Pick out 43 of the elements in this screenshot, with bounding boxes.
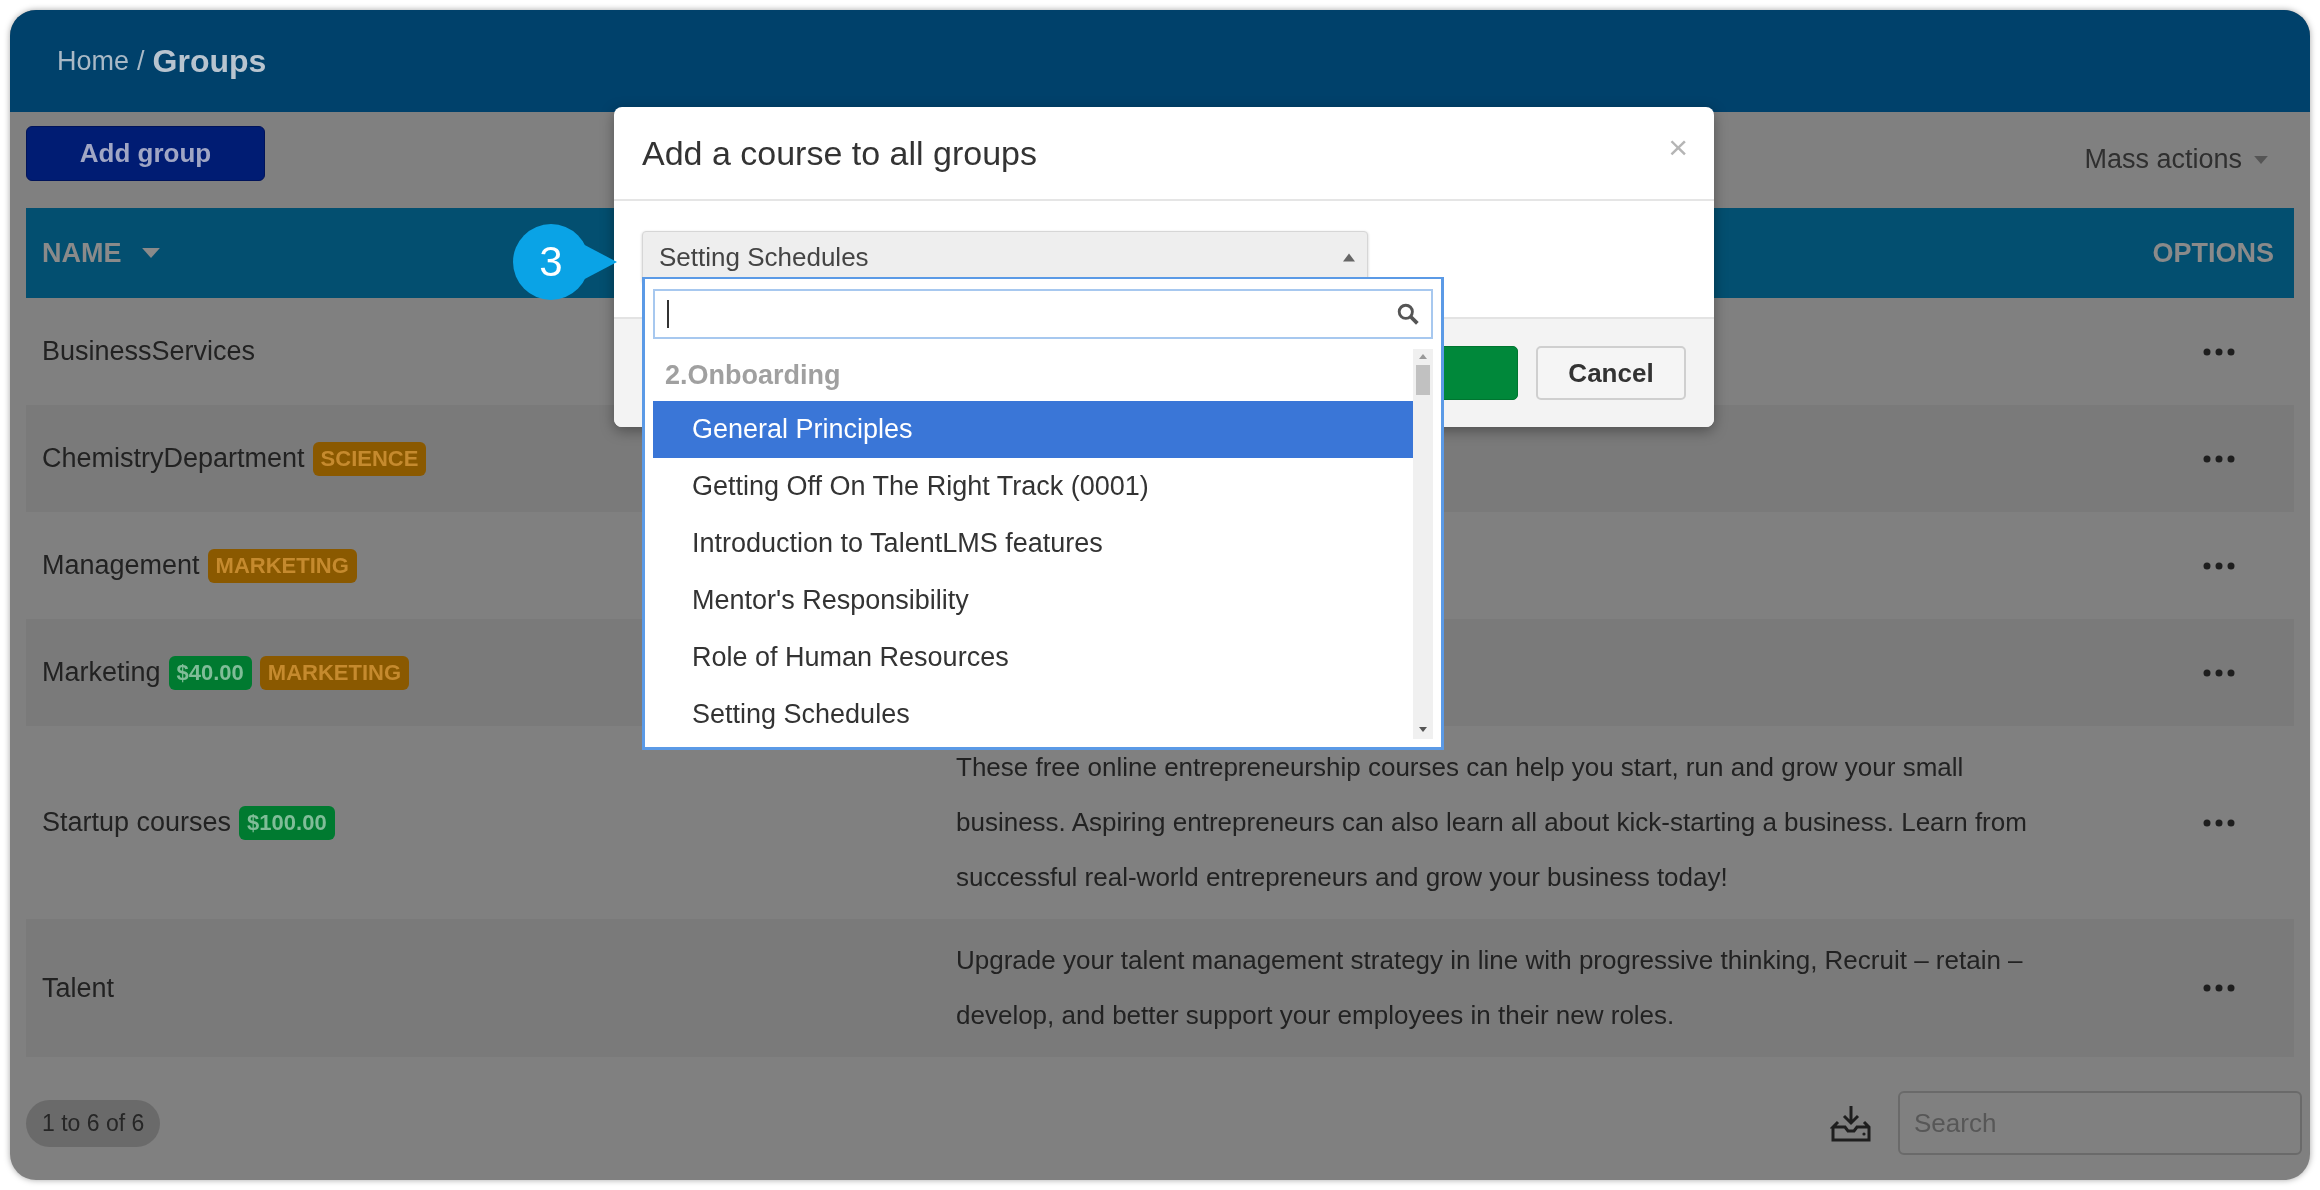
search-icon	[1397, 303, 1419, 325]
group-description: These free online entrepreneurship courses can help you start, run and grow your small business. Aspiring entrepreneurs can also learn all about kick-starting a business. Learn from successful real-world entrepreneurs and grow your business today!	[956, 751, 2028, 894]
pagination-info: 1 to 6 of 6	[26, 1099, 161, 1147]
price-tag: $40.00	[168, 655, 252, 690]
more-options-icon[interactable]	[2203, 561, 2235, 570]
category-tag: MARKETING	[259, 655, 410, 690]
group-name[interactable]: Marketing	[42, 657, 161, 688]
category-tag: SCIENCE	[312, 441, 427, 476]
dropdown-option[interactable]: Mentor's Responsibility	[653, 572, 1413, 629]
more-options-icon[interactable]	[2203, 984, 2235, 992]
group-description: Upgrade your talent management strategy in line with progressive thinking, Recruit – retain – develop, and better support your employees in their new roles.	[956, 944, 2024, 1032]
group-name[interactable]: Management	[42, 550, 200, 581]
column-header[interactable]: NAME	[42, 237, 122, 269]
dropdown-option[interactable]: General Principles	[653, 401, 1413, 458]
dropdown-option[interactable]: Introduction to TalentLMS features	[653, 515, 1413, 572]
dropdown-option[interactable]: Role of Human Resources	[653, 629, 1413, 686]
group-name[interactable]: Talent	[42, 972, 115, 1004]
page-title: Groups	[152, 42, 267, 80]
add-group-button[interactable]: Add group	[26, 126, 265, 181]
dropdown-option[interactable]: Setting Schedules	[653, 686, 1413, 743]
more-options-icon[interactable]	[2203, 668, 2235, 677]
more-options-icon[interactable]	[2203, 347, 2235, 356]
price-tag: $100.00	[239, 805, 335, 840]
modal-title: Add a course to all groups	[642, 133, 1038, 173]
mass-actions-menu[interactable]: Mass actions	[2084, 144, 2242, 175]
breadcrumb-separator: /	[137, 45, 145, 77]
more-options-icon[interactable]	[2203, 818, 2235, 827]
group-name[interactable]: ChemistryDepartment	[42, 443, 305, 474]
sort-caret-icon[interactable]	[141, 248, 160, 258]
cancel-button[interactable]: Cancel	[1536, 346, 1686, 400]
category-tag: MARKETING	[207, 548, 357, 583]
group-name[interactable]: Startup courses	[42, 807, 232, 838]
breadcrumb-link[interactable]: Home	[57, 45, 130, 77]
dropdown-option[interactable]: Getting Off On The Right Track (0001)	[653, 458, 1413, 515]
download-icon[interactable]	[1830, 1103, 1872, 1143]
group-name[interactable]: BusinessServices	[42, 336, 256, 367]
more-options-icon[interactable]	[2203, 454, 2235, 463]
caret-icon	[1343, 252, 1355, 262]
column-header[interactable]: OPTIONS	[2152, 237, 2274, 269]
option-group-label: 2.Onboarding	[664, 358, 842, 392]
scrollbar[interactable]	[1413, 349, 1433, 739]
dropdown-search-field[interactable]	[653, 289, 1433, 339]
caret-icon	[2254, 155, 2268, 164]
